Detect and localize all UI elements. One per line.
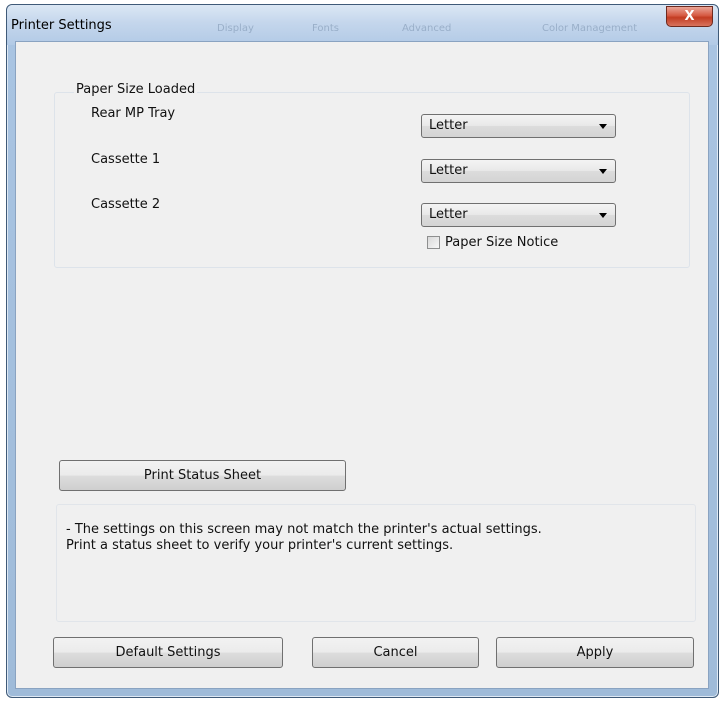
paper-size-legend: Paper Size Loaded: [74, 82, 198, 97]
paper-size-notice-label[interactable]: Paper Size Notice: [445, 235, 558, 250]
title-bar[interactable]: Printer Settings Display Fonts Advanced …: [7, 5, 718, 45]
notice-line-1: - The settings on this screen may not ma…: [66, 522, 542, 537]
ghost-tab-advanced: Advanced: [402, 23, 452, 34]
notice-line-2: Print a status sheet to verify your prin…: [66, 538, 454, 553]
ghost-tab-fonts: Fonts: [312, 23, 339, 34]
cassette-2-select[interactable]: Letter: [421, 203, 616, 227]
rear-mp-tray-select[interactable]: Letter: [421, 114, 616, 138]
dialog-client-area: Paper Size Loaded Rear MP Tray Letter Ca…: [15, 41, 709, 689]
close-icon: X: [684, 9, 695, 24]
ghost-tab-display: Display: [217, 23, 254, 34]
chevron-down-icon: [599, 169, 607, 174]
rear-mp-tray-value: Letter: [429, 118, 468, 133]
print-status-sheet-button[interactable]: Print Status Sheet: [59, 460, 346, 491]
printer-settings-window: Printer Settings Display Fonts Advanced …: [6, 4, 719, 698]
cancel-button[interactable]: Cancel: [312, 637, 479, 668]
rear-mp-tray-label: Rear MP Tray: [91, 106, 176, 121]
cassette-1-label: Cassette 1: [91, 152, 161, 167]
chevron-down-icon: [599, 124, 607, 129]
cassette-1-value: Letter: [429, 163, 468, 178]
paper-size-notice-checkbox[interactable]: [427, 236, 440, 249]
cassette-2-label: Cassette 2: [91, 197, 161, 212]
ghost-tab-color-management: Color Management: [542, 23, 638, 34]
default-settings-button[interactable]: Default Settings: [53, 637, 283, 668]
cassette-1-select[interactable]: Letter: [421, 159, 616, 183]
settings-notice-box: - The settings on this screen may not ma…: [56, 504, 696, 622]
close-button[interactable]: X: [666, 6, 713, 27]
chevron-down-icon: [599, 213, 607, 218]
cassette-2-value: Letter: [429, 207, 468, 222]
window-title: Printer Settings: [11, 18, 112, 33]
apply-button[interactable]: Apply: [496, 637, 694, 668]
